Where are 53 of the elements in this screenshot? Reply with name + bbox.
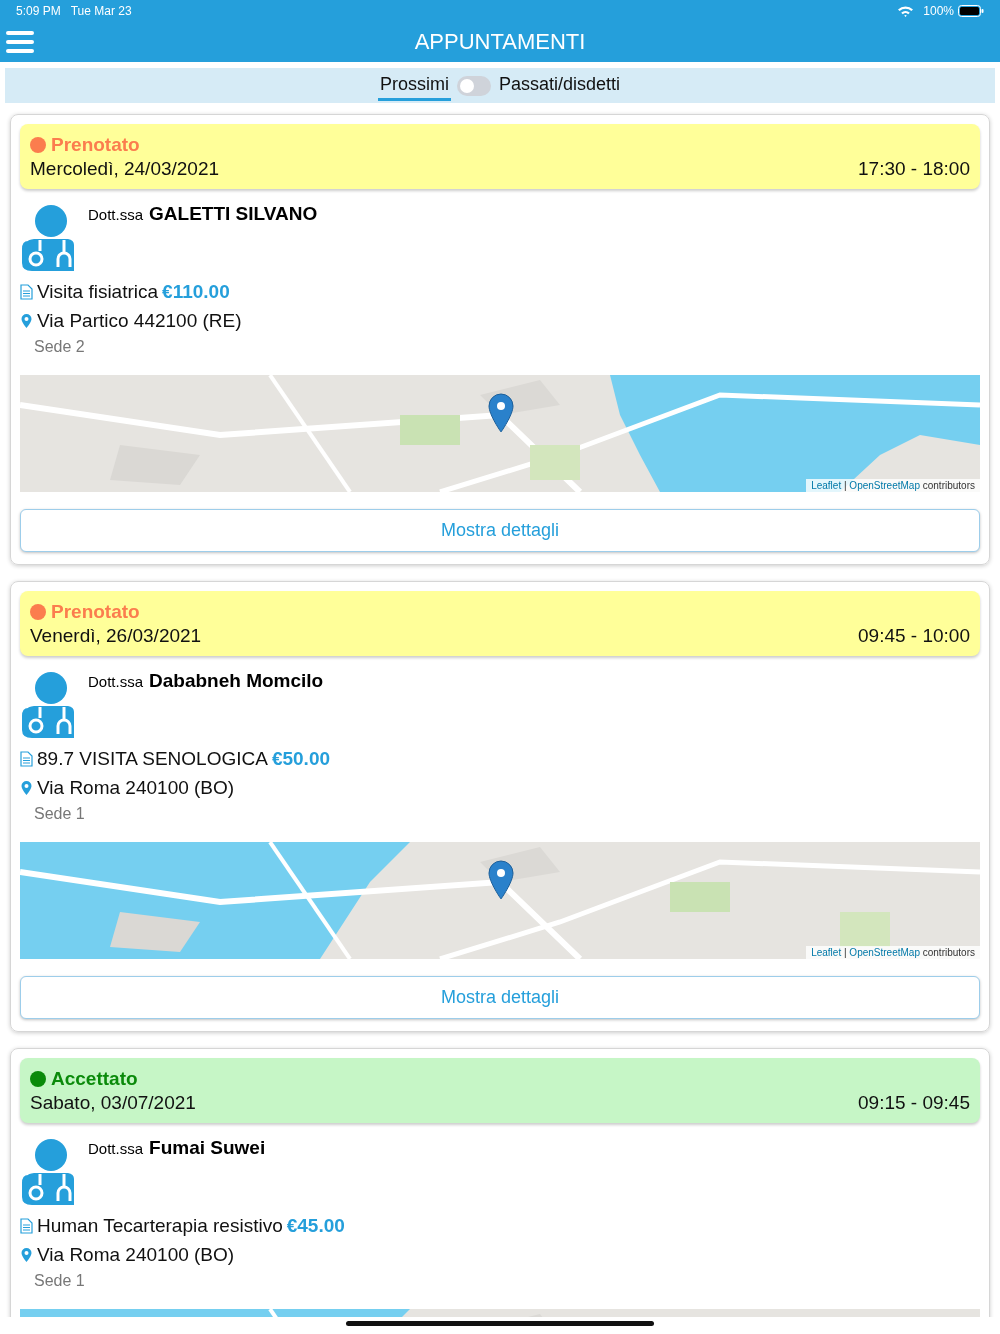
appointment-time: 09:15 - 09:45 (858, 1092, 970, 1114)
doctor-title: Dott.ssa (88, 673, 144, 690)
status-label: Prenotato (51, 134, 140, 156)
address: Via Partico 442100 (RE) (37, 310, 242, 332)
map-marker-icon[interactable] (488, 393, 514, 433)
document-icon (20, 284, 33, 300)
appointment-time: 17:30 - 18:00 (858, 158, 970, 180)
map-attribution: Leaflet | OpenStreetMap contributors (806, 479, 980, 492)
location-name: Sede 1 (34, 805, 86, 823)
service-price: €45.00 (286, 1215, 345, 1237)
segment-tab[interactable]: Prossimi (377, 70, 451, 101)
map-attribution: Leaflet | OpenStreetMap contributors (806, 946, 980, 959)
location-pin-icon (20, 1247, 33, 1263)
document-icon (20, 1218, 33, 1234)
toggle-switch[interactable] (456, 75, 491, 96)
doctor-name: GALETTI SILVANO (149, 203, 318, 225)
details-button[interactable]: Mostra dettagli (20, 509, 980, 552)
location-name: Sede 1 (34, 1272, 86, 1290)
status-date: Tue Mar 23 (70, 4, 132, 18)
battery-level: 100% (923, 4, 954, 18)
wifi-icon (898, 5, 914, 17)
leaflet-link[interactable]: Leaflet (811, 480, 842, 491)
status-label: Accettato (51, 1068, 138, 1090)
appointment-date: Sabato, 03/07/2021 (30, 1092, 196, 1114)
doctor-name: Dababneh Momcilo (149, 670, 324, 692)
address: Via Roma 240100 (BO) (37, 777, 235, 799)
doctor-name: Fumai Suwei (149, 1137, 266, 1159)
document-icon (20, 751, 33, 767)
details-button[interactable]: Mostra dettagli (20, 976, 980, 1019)
address: Via Roma 240100 (BO) (37, 1244, 235, 1266)
leaflet-link[interactable]: Leaflet (811, 947, 842, 958)
service-name: Visita fisiatrica (37, 281, 159, 303)
appointment-date: Mercoledì, 24/03/2021 (30, 158, 220, 180)
page-title: APPUNTAMENTI (414, 29, 586, 55)
service-name: Human Tecarterapia resistivo (37, 1215, 283, 1237)
menu-button[interactable] (6, 30, 36, 54)
service-name: 89.7 VISITA SENOLOGICA (37, 748, 268, 770)
doctor-title: Dott.ssa (88, 206, 144, 223)
status-time: 5:09 PM (16, 4, 61, 18)
openstreetmap-link[interactable]: OpenStreetMap (849, 947, 920, 958)
appointment-time: 09:45 - 10:00 (858, 625, 970, 647)
location-pin-icon (20, 313, 33, 329)
appointment-date: Venerdì, 26/03/2021 (30, 625, 202, 647)
service-price: €50.00 (271, 748, 331, 770)
battery-icon (958, 5, 984, 17)
segment-tab[interactable]: Passati/disdetti (496, 70, 623, 101)
service-price: €110.00 (162, 281, 230, 303)
status-label: Prenotato (51, 601, 140, 623)
map-marker-icon[interactable] (488, 860, 514, 900)
location-pin-icon (20, 780, 33, 796)
location-name: Sede 2 (34, 338, 86, 356)
openstreetmap-link[interactable]: OpenStreetMap (849, 480, 920, 491)
doctor-title: Dott.ssa (88, 1140, 144, 1157)
